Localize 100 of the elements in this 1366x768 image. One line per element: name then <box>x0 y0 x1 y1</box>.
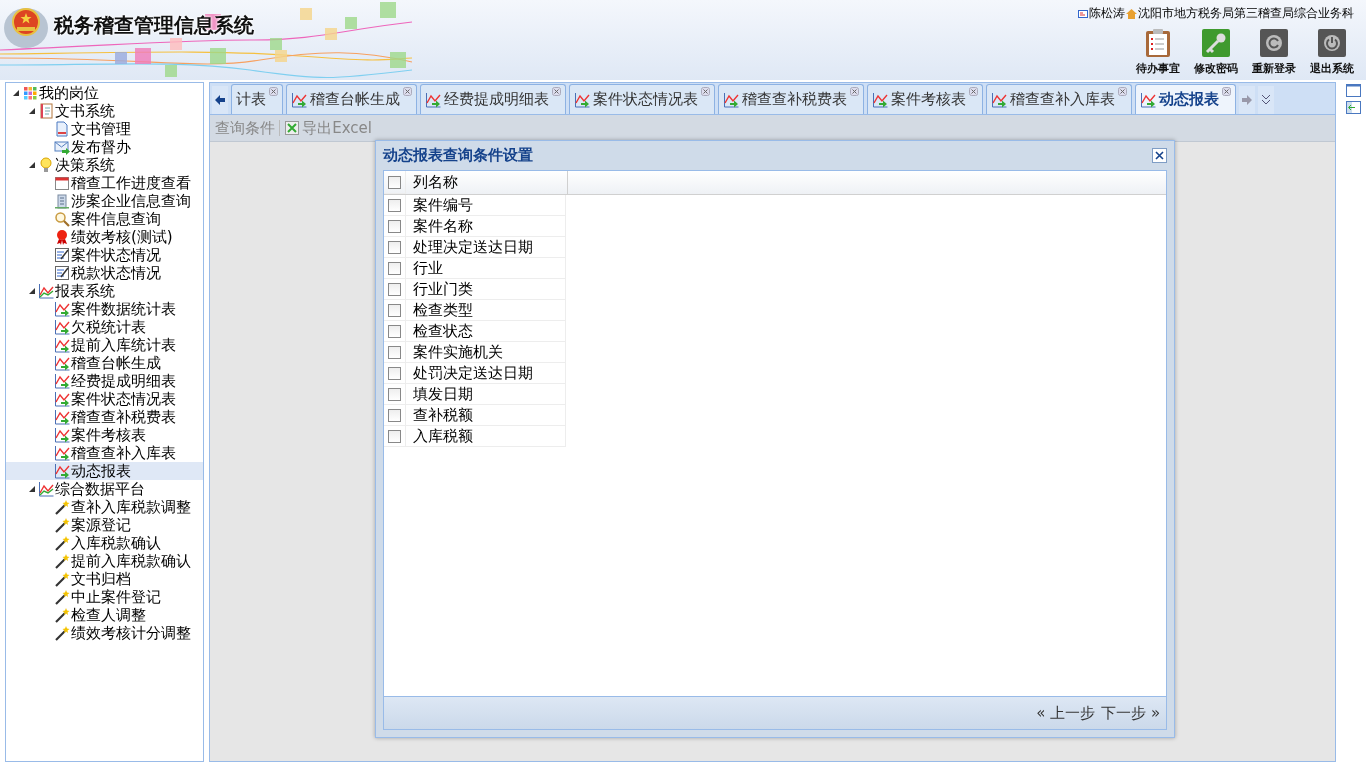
tree-item[interactable]: 案件状态情况表 <box>6 390 204 408</box>
tree-item[interactable]: 决策系统 <box>6 156 204 174</box>
chart-report-icon <box>54 463 70 479</box>
chart-report-icon <box>54 337 70 353</box>
tab-list-button[interactable] <box>1258 86 1275 114</box>
chart-report-icon <box>723 91 740 108</box>
tree-item[interactable]: 中止案件登记 <box>6 588 204 606</box>
document-icon <box>54 121 70 137</box>
tree-item[interactable]: 综合数据平台 <box>6 480 204 498</box>
checkbox[interactable] <box>388 429 402 443</box>
checkbox[interactable] <box>388 198 402 212</box>
header-button[interactable]: 重新登录 <box>1252 28 1296 76</box>
column-header[interactable]: 列名称 <box>406 171 569 194</box>
chart-icon <box>38 283 54 299</box>
checkbox[interactable] <box>388 261 402 275</box>
close-icon[interactable] <box>403 87 413 96</box>
tab[interactable]: 案件考核表 <box>867 84 984 114</box>
edit-form-icon <box>54 247 70 263</box>
close-icon[interactable] <box>701 87 711 96</box>
tree-item[interactable]: 稽查查补税费表 <box>6 408 204 426</box>
tree-item[interactable]: 绩效考核计分调整 <box>6 624 204 642</box>
checkbox[interactable] <box>388 345 402 359</box>
organization-name: 沈阳市地方税务局第三稽查局综合业务科 <box>1138 5 1354 22</box>
checkbox[interactable] <box>388 303 402 317</box>
tree-item[interactable]: 绩效考核(测试) <box>6 228 204 246</box>
table-cell: 查补税额 <box>406 405 567 426</box>
tree-item[interactable]: 稽查工作进度查看 <box>6 174 204 192</box>
collapse-icon[interactable] <box>28 107 36 115</box>
close-icon[interactable] <box>969 87 979 96</box>
tree-item[interactable]: 提前入库税款确认 <box>6 552 204 570</box>
chart-report-icon <box>54 409 70 425</box>
table-cell: 案件名称 <box>406 216 567 237</box>
magic-wand-icon <box>54 499 70 515</box>
checkbox[interactable] <box>388 240 402 254</box>
tab[interactable]: 经费提成明细表 <box>420 84 567 114</box>
checkbox[interactable] <box>388 408 402 422</box>
header-button[interactable]: 修改密码 <box>1194 28 1238 76</box>
table-cell: 填发日期 <box>406 384 567 405</box>
tab[interactable]: 动态报表 <box>1135 84 1237 114</box>
close-button[interactable] <box>1152 148 1168 163</box>
tree-item[interactable]: 文书归档 <box>6 570 204 588</box>
envelope-icon <box>54 139 70 155</box>
dialog-title: 动态报表查询条件设置 <box>383 146 534 165</box>
window-icon[interactable] <box>1346 84 1362 97</box>
user-card-icon <box>1078 8 1088 19</box>
table-cell: 处罚决定送达日期 <box>406 363 567 384</box>
checkbox[interactable] <box>388 175 402 189</box>
checkbox[interactable] <box>388 219 402 233</box>
close-icon[interactable] <box>850 87 860 96</box>
tree-item[interactable]: 文书系统 <box>6 102 204 120</box>
tab[interactable]: 稽查台帐生成 <box>286 84 418 114</box>
tree-item[interactable]: 查补入库税款调整 <box>6 498 204 516</box>
tree-item[interactable]: 我的岗位 <box>6 84 204 102</box>
power-icon <box>1317 28 1347 58</box>
tree-item[interactable]: 涉案企业信息查询 <box>6 192 204 210</box>
chart-report-icon <box>54 391 70 407</box>
tree-item[interactable]: 报表系统 <box>6 282 204 300</box>
magic-wand-icon <box>54 607 70 623</box>
tree-item[interactable]: 经费提成明细表 <box>6 372 204 390</box>
collapse-icon[interactable] <box>12 89 20 97</box>
tree-item[interactable]: 检查人调整 <box>6 606 204 624</box>
tree-item[interactable]: 案件信息查询 <box>6 210 204 228</box>
close-icon[interactable] <box>1118 87 1128 96</box>
next-link[interactable]: 下一步 » <box>1101 703 1161 723</box>
panel-toggle-icon[interactable] <box>1346 101 1362 114</box>
checkbox[interactable] <box>388 282 402 296</box>
checkbox[interactable] <box>388 324 402 338</box>
tree-item[interactable]: 税款状态情况 <box>6 264 204 282</box>
tab[interactable]: 稽查查补税费表 <box>718 84 865 114</box>
lightbulb-icon <box>38 157 54 173</box>
header-button[interactable]: 退出系统 <box>1310 28 1354 76</box>
tab[interactable]: 案件状态情况表 <box>569 84 716 114</box>
checkbox[interactable] <box>388 366 402 380</box>
tree-item[interactable]: 稽查查补入库表 <box>6 444 204 462</box>
tab[interactable]: 计表 <box>231 84 284 114</box>
tree-item[interactable]: 案件考核表 <box>6 426 204 444</box>
close-icon[interactable] <box>1222 87 1232 96</box>
collapse-icon[interactable] <box>28 287 36 295</box>
tree-item[interactable]: 提前入库统计表 <box>6 336 204 354</box>
tree-item[interactable]: 动态报表 <box>6 462 204 480</box>
tree-item[interactable]: 欠税统计表 <box>6 318 204 336</box>
tree-item[interactable]: 案件数据统计表 <box>6 300 204 318</box>
collapse-icon[interactable] <box>28 485 36 493</box>
tree-item[interactable]: 发布督办 <box>6 138 204 156</box>
close-icon[interactable] <box>552 87 562 96</box>
tree-item[interactable]: 入库税款确认 <box>6 534 204 552</box>
tree-item[interactable]: 文书管理 <box>6 120 204 138</box>
scroll-left-button[interactable] <box>212 86 229 114</box>
collapse-icon[interactable] <box>28 161 36 169</box>
tree-item[interactable]: 案件状态情况 <box>6 246 204 264</box>
previous-link[interactable]: « 上一步 <box>1036 703 1096 723</box>
tree-item[interactable]: 稽查台帐生成 <box>6 354 204 372</box>
close-icon[interactable] <box>269 87 279 96</box>
tab[interactable]: 稽查查补入库表 <box>986 84 1133 114</box>
header-button[interactable]: 待办事宜 <box>1136 28 1180 76</box>
checkbox[interactable] <box>388 387 402 401</box>
magic-wand-icon <box>54 517 70 533</box>
search-icon <box>54 211 70 227</box>
table-cell: 案件实施机关 <box>406 342 567 363</box>
tree-item[interactable]: 案源登记 <box>6 516 204 534</box>
